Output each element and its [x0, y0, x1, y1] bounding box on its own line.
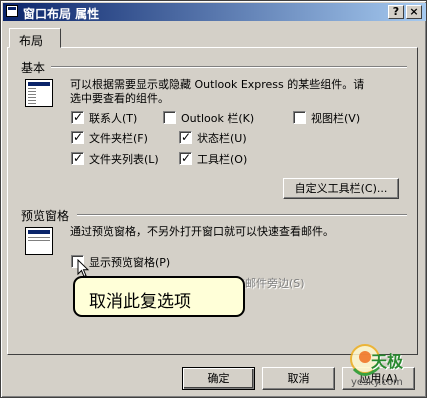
basic-group-divider — [51, 66, 407, 68]
window-layout-icon — [6, 5, 18, 17]
layout-icon — [25, 79, 53, 107]
views-bar-label: 视图栏(V) — [311, 112, 361, 125]
preview-pane-icon — [25, 227, 53, 255]
toolbar-label: 工具栏(O) — [197, 153, 248, 166]
contacts-checkbox[interactable] — [71, 110, 84, 124]
views-bar-checkbox[interactable] — [293, 111, 306, 124]
folder-bar-checkbox[interactable] — [71, 130, 84, 144]
cancel-button[interactable]: 取消 — [262, 367, 335, 390]
customize-toolbar-button[interactable]: 自定义工具栏(C)... — [283, 178, 399, 199]
callout-bubble: 取消此复选项 — [73, 276, 245, 317]
window-title: 窗口布局 属性 — [23, 7, 100, 21]
ok-button[interactable]: 确定 — [182, 367, 255, 390]
status-bar-checkbox[interactable] — [179, 130, 192, 144]
help-button[interactable]: ? — [388, 5, 404, 19]
outlook-bar-label: Outlook 栏(K) — [181, 112, 255, 125]
folder-list-checkbox[interactable] — [71, 151, 84, 165]
watermark-domain: yesky.com — [351, 377, 403, 388]
outlook-bar-checkbox[interactable] — [163, 111, 176, 124]
folder-bar-label: 文件夹栏(F) — [89, 132, 148, 145]
title-bar: 窗口布局 属性 ? × — [3, 3, 426, 21]
basic-description: 可以根据需要显示或隐藏 Outlook Express 的某些组件。请选中要查看… — [70, 78, 365, 105]
preview-group-label: 预览窗格 — [21, 209, 70, 223]
status-bar-label: 状态栏(U) — [197, 132, 247, 145]
preview-description: 通过预览窗格，不另外打开窗口就可以快速查看邮件。 — [70, 225, 334, 238]
folder-list-label: 文件夹列表(L) — [89, 153, 159, 166]
tab-layout-label: 布局 — [19, 34, 44, 48]
show-preview-label: 显示预览窗格(P) — [89, 256, 171, 269]
callout-text: 取消此复选项 — [89, 292, 191, 312]
close-button[interactable]: × — [406, 5, 422, 19]
tab-layout[interactable]: 布局 — [9, 28, 61, 48]
contacts-label: 联系人(T) — [89, 112, 138, 125]
toolbar-checkbox[interactable] — [179, 151, 192, 165]
watermark-brand: 天极 — [371, 352, 404, 371]
watermark: 天极 yesky.com — [341, 339, 425, 395]
basic-group-label: 基本 — [21, 61, 46, 75]
preview-group-divider — [77, 214, 407, 216]
properties-dialog: 窗口布局 属性 ? × 布局 基本 可以根据需要显示或隐藏 Outlook Ex… — [0, 0, 427, 398]
